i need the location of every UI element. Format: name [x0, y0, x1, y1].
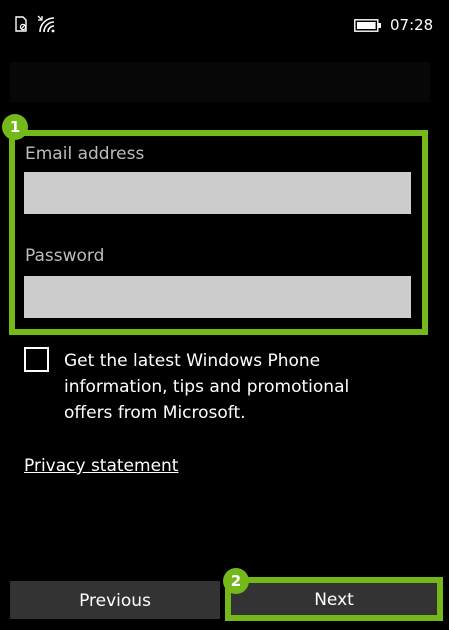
wifi-icon: [37, 15, 55, 33]
step-badge-2: 2: [223, 568, 249, 594]
status-bar: 07:28: [0, 0, 449, 44]
header-bar: [10, 62, 430, 102]
previous-button[interactable]: Previous: [10, 581, 220, 619]
next-button[interactable]: Next: [231, 583, 437, 615]
battery-icon: [354, 19, 381, 32]
password-field[interactable]: [24, 276, 411, 318]
email-label: Email address: [25, 144, 145, 164]
promo-checkbox[interactable]: [24, 347, 49, 372]
promo-checkbox-label[interactable]: Get the latest Windows Phone information…: [64, 348, 394, 426]
status-clock: 07:28: [390, 16, 434, 34]
password-label: Password: [25, 246, 105, 266]
email-field[interactable]: [24, 172, 411, 214]
privacy-statement-link[interactable]: Privacy statement: [24, 456, 178, 476]
step-badge-1: 1: [2, 114, 28, 140]
sim-icon: [15, 16, 27, 32]
